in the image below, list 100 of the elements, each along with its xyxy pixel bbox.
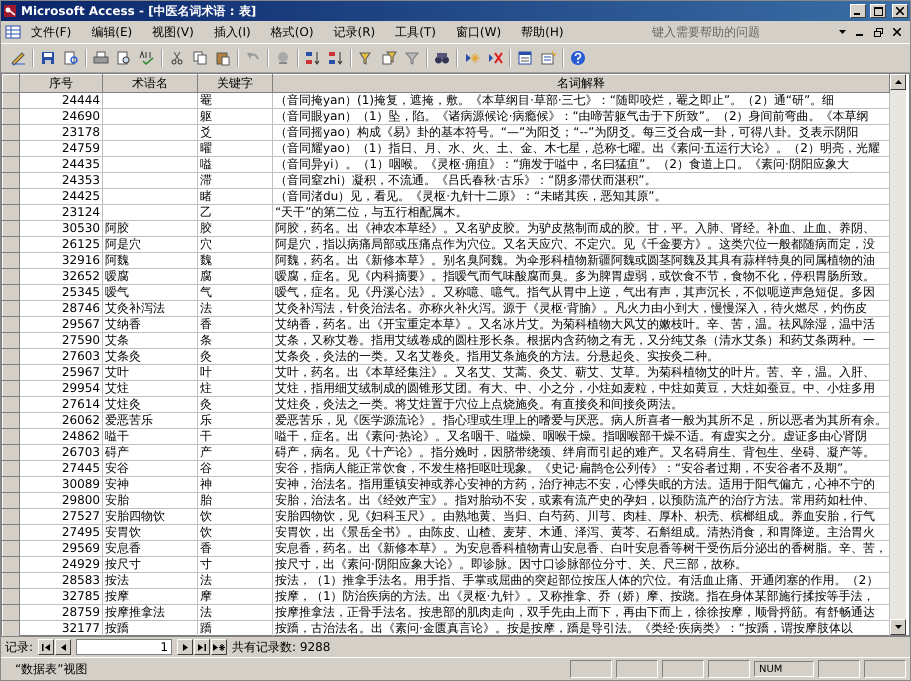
menu-item[interactable]: 插入(I) — [204, 22, 261, 42]
table-cell: 安息香，药名。出《新修本草》。为安息香科植物青山安息香、白叶安息香等树干受伤后分泌出的香树脂。辛、苦， — [272, 540, 890, 556]
menu-item[interactable]: 编辑(E) — [81, 22, 142, 42]
table-cell: 爱恶苦乐，见《医学源流论》。指心理或生理上的嗜爱与厌恶。病人所喜者一般为其所不足，所以恶者为其所有余。 — [272, 412, 890, 428]
row-selector[interactable] — [2, 204, 20, 220]
table-cell: 法 — [198, 300, 272, 316]
row-selector[interactable] — [2, 332, 20, 348]
row-selector[interactable] — [2, 220, 20, 236]
status-pane — [570, 660, 612, 678]
menu-item[interactable]: 帮助(H) — [511, 22, 574, 42]
table-cell: 24353 — [20, 172, 102, 188]
row-selector[interactable] — [2, 364, 20, 380]
previous-record-button[interactable] — [55, 639, 72, 655]
row-selector[interactable] — [2, 444, 20, 460]
row-selector[interactable] — [2, 300, 20, 316]
row-selector[interactable] — [2, 604, 20, 620]
next-record-button[interactable] — [177, 639, 194, 655]
table-cell: 27445 — [20, 460, 102, 476]
table-cell: 嗳气 — [102, 284, 198, 300]
status-pane — [708, 660, 750, 678]
table-cell: 法 — [198, 604, 272, 620]
table-cell: 艾叶 — [102, 364, 198, 380]
row-selector[interactable] — [2, 508, 20, 524]
table-cell: 嗳气，症名。见《丹溪心法》。又称噫、噫气。指气从胃中上逆，气出有声，其声沉长，不似呃逆声急短促。多因 — [272, 284, 890, 300]
table-cell: 28746 — [20, 300, 102, 316]
table-cell: 嗳腐，症名。见《内科摘要》。指嗳气而气味酸腐而臭。多为脾胃虚弱，或饮食不节，食物不化，停积胃肠所致。 — [272, 268, 890, 284]
row-selector[interactable] — [2, 140, 20, 156]
row-selector[interactable] — [2, 460, 20, 476]
table-cell: 26062 — [20, 412, 102, 428]
row-selector[interactable] — [2, 396, 20, 412]
row-selector[interactable] — [2, 92, 20, 108]
row-selector[interactable] — [2, 284, 20, 300]
row-selector[interactable] — [2, 476, 20, 492]
row-selector[interactable] — [2, 572, 20, 588]
table-cell: 29569 — [20, 540, 102, 556]
table-cell: 干 — [198, 428, 272, 444]
row-selector[interactable] — [2, 588, 20, 604]
table-cell: 碍产 — [102, 444, 198, 460]
minimize-button[interactable] — [850, 4, 866, 18]
table-cell: 神 — [198, 476, 272, 492]
row-selector[interactable] — [2, 412, 20, 428]
menu-item[interactable]: 记录(R) — [324, 22, 386, 42]
menu-item[interactable]: 窗口(W) — [446, 22, 512, 42]
scroll-up-icon[interactable] — [894, 80, 902, 84]
table-cell: 寸 — [198, 556, 272, 572]
app-key-icon — [3, 4, 17, 18]
row-selector[interactable] — [2, 492, 20, 508]
row-selector[interactable] — [2, 172, 20, 188]
last-record-button[interactable] — [194, 639, 210, 655]
status-text: “数据表”视图 — [14, 660, 88, 678]
menu-item[interactable]: 文件(F) — [21, 22, 82, 42]
row-selector[interactable] — [2, 428, 20, 444]
column-header[interactable]: 关键字 — [198, 74, 272, 92]
menu-item[interactable]: 视图(V) — [142, 22, 204, 42]
table-cell: 腐 — [198, 268, 272, 284]
close-button[interactable] — [892, 4, 908, 18]
table-cell: 胎 — [198, 492, 272, 508]
scroll-down-icon[interactable] — [894, 625, 902, 629]
maximize-button[interactable] — [870, 4, 886, 18]
column-header[interactable]: 序号 — [20, 74, 102, 92]
new-record-button[interactable] — [211, 639, 228, 655]
row-selector[interactable] — [2, 124, 20, 140]
row-selector[interactable] — [2, 188, 20, 204]
table-cell: 27614 — [20, 396, 102, 412]
row-selector[interactable] — [2, 380, 20, 396]
row-selector[interactable] — [2, 252, 20, 268]
table-cell: 按摩 — [102, 588, 198, 604]
row-selector[interactable] — [2, 524, 20, 540]
table-cell: 滞 — [198, 172, 272, 188]
row-selector[interactable] — [2, 316, 20, 332]
column-header[interactable]: 名词解释 — [272, 74, 890, 92]
row-selector[interactable] — [2, 108, 20, 124]
row-selector[interactable] — [2, 540, 20, 556]
vertical-scrollbar[interactable] — [890, 74, 906, 635]
column-header[interactable]: 术语名 — [102, 74, 198, 92]
row-selector[interactable] — [2, 556, 20, 572]
table-cell: 安神，治法名。指用重镇安神或养心安神的方药，治疗神志不安，心悸失眠的方法。适用于阳气偏亢，心神不宁的 — [272, 476, 890, 492]
table-cell: “天干”的第二位，与五行相配属木。 — [272, 204, 890, 220]
status-pane — [864, 660, 906, 678]
row-selector[interactable] — [2, 620, 20, 636]
new-record-icon — [213, 644, 226, 650]
num-lock-indicator: NUM — [754, 661, 814, 677]
table-cell: 按法 — [102, 572, 198, 588]
menu-item[interactable]: 格式(O) — [260, 22, 324, 42]
record-number-field[interactable]: 1 — [76, 639, 172, 655]
table-cell: （音同渚du）见，看见。《灵枢·九针十二原》：“未睹其疾，恶知其原”。 — [272, 188, 890, 204]
first-record-button[interactable] — [38, 639, 54, 655]
row-selector[interactable] — [2, 236, 20, 252]
first-icon — [42, 644, 50, 650]
menu-item[interactable]: 工具(T) — [385, 22, 446, 42]
table-cell: 睹 — [198, 188, 272, 204]
row-selector[interactable] — [2, 268, 20, 284]
last-icon — [198, 644, 206, 650]
table-cell: （音同异yi）。（1）咽喉。《灵枢·痈疽》：“痈发于嗌中，名曰猛疽”。（2）食道上口。《素问·阴阳应象大 — [272, 156, 890, 172]
table-cell: 谷 — [198, 460, 272, 476]
row-selector[interactable] — [2, 156, 20, 172]
row-selector[interactable] — [2, 348, 20, 364]
table-cell: 艾条灸，灸法的一类。又名艾卷灸。指用艾条施灸的方法。分悬起灸、实按灸二种。 — [272, 348, 890, 364]
table-cell: 30089 — [20, 476, 102, 492]
table-cell: 爱恶苦乐 — [102, 412, 198, 428]
